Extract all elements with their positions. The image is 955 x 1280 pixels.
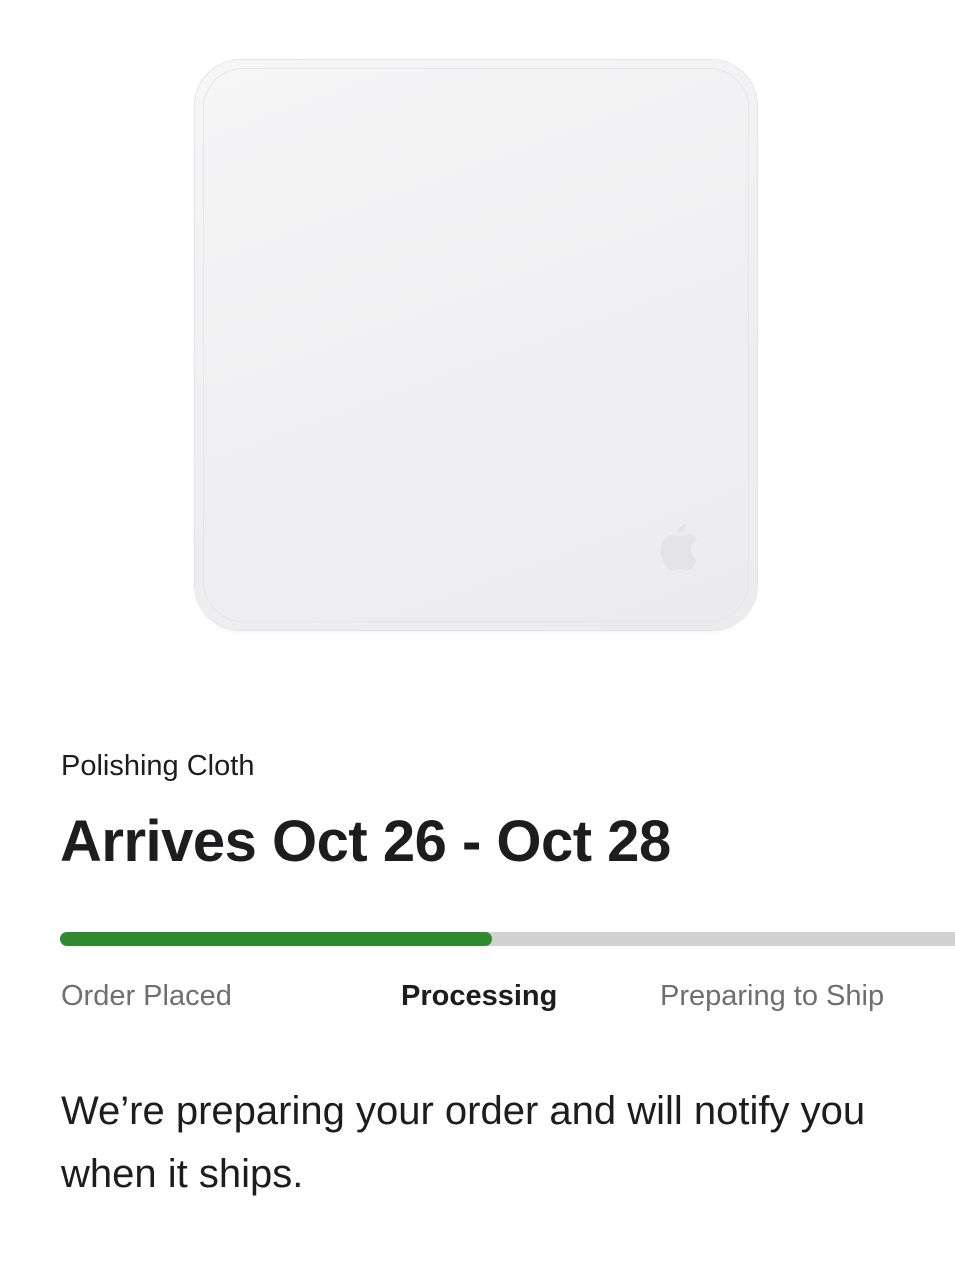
apple-logo-icon — [661, 524, 697, 571]
step-order-placed: Order Placed — [61, 980, 232, 1012]
step-preparing-to-ship: Preparing to Ship — [660, 980, 885, 1012]
step-processing: Processing — [401, 980, 558, 1012]
product-image — [195, 60, 757, 630]
arrival-date-heading: Arrives Oct 26 - Oct 28 — [60, 809, 671, 874]
order-progress-bar — [60, 932, 955, 946]
order-progress-fill — [60, 932, 493, 946]
status-message: We’re preparing your order and will noti… — [61, 1089, 866, 1196]
product-name: Polishing Cloth — [61, 750, 255, 782]
